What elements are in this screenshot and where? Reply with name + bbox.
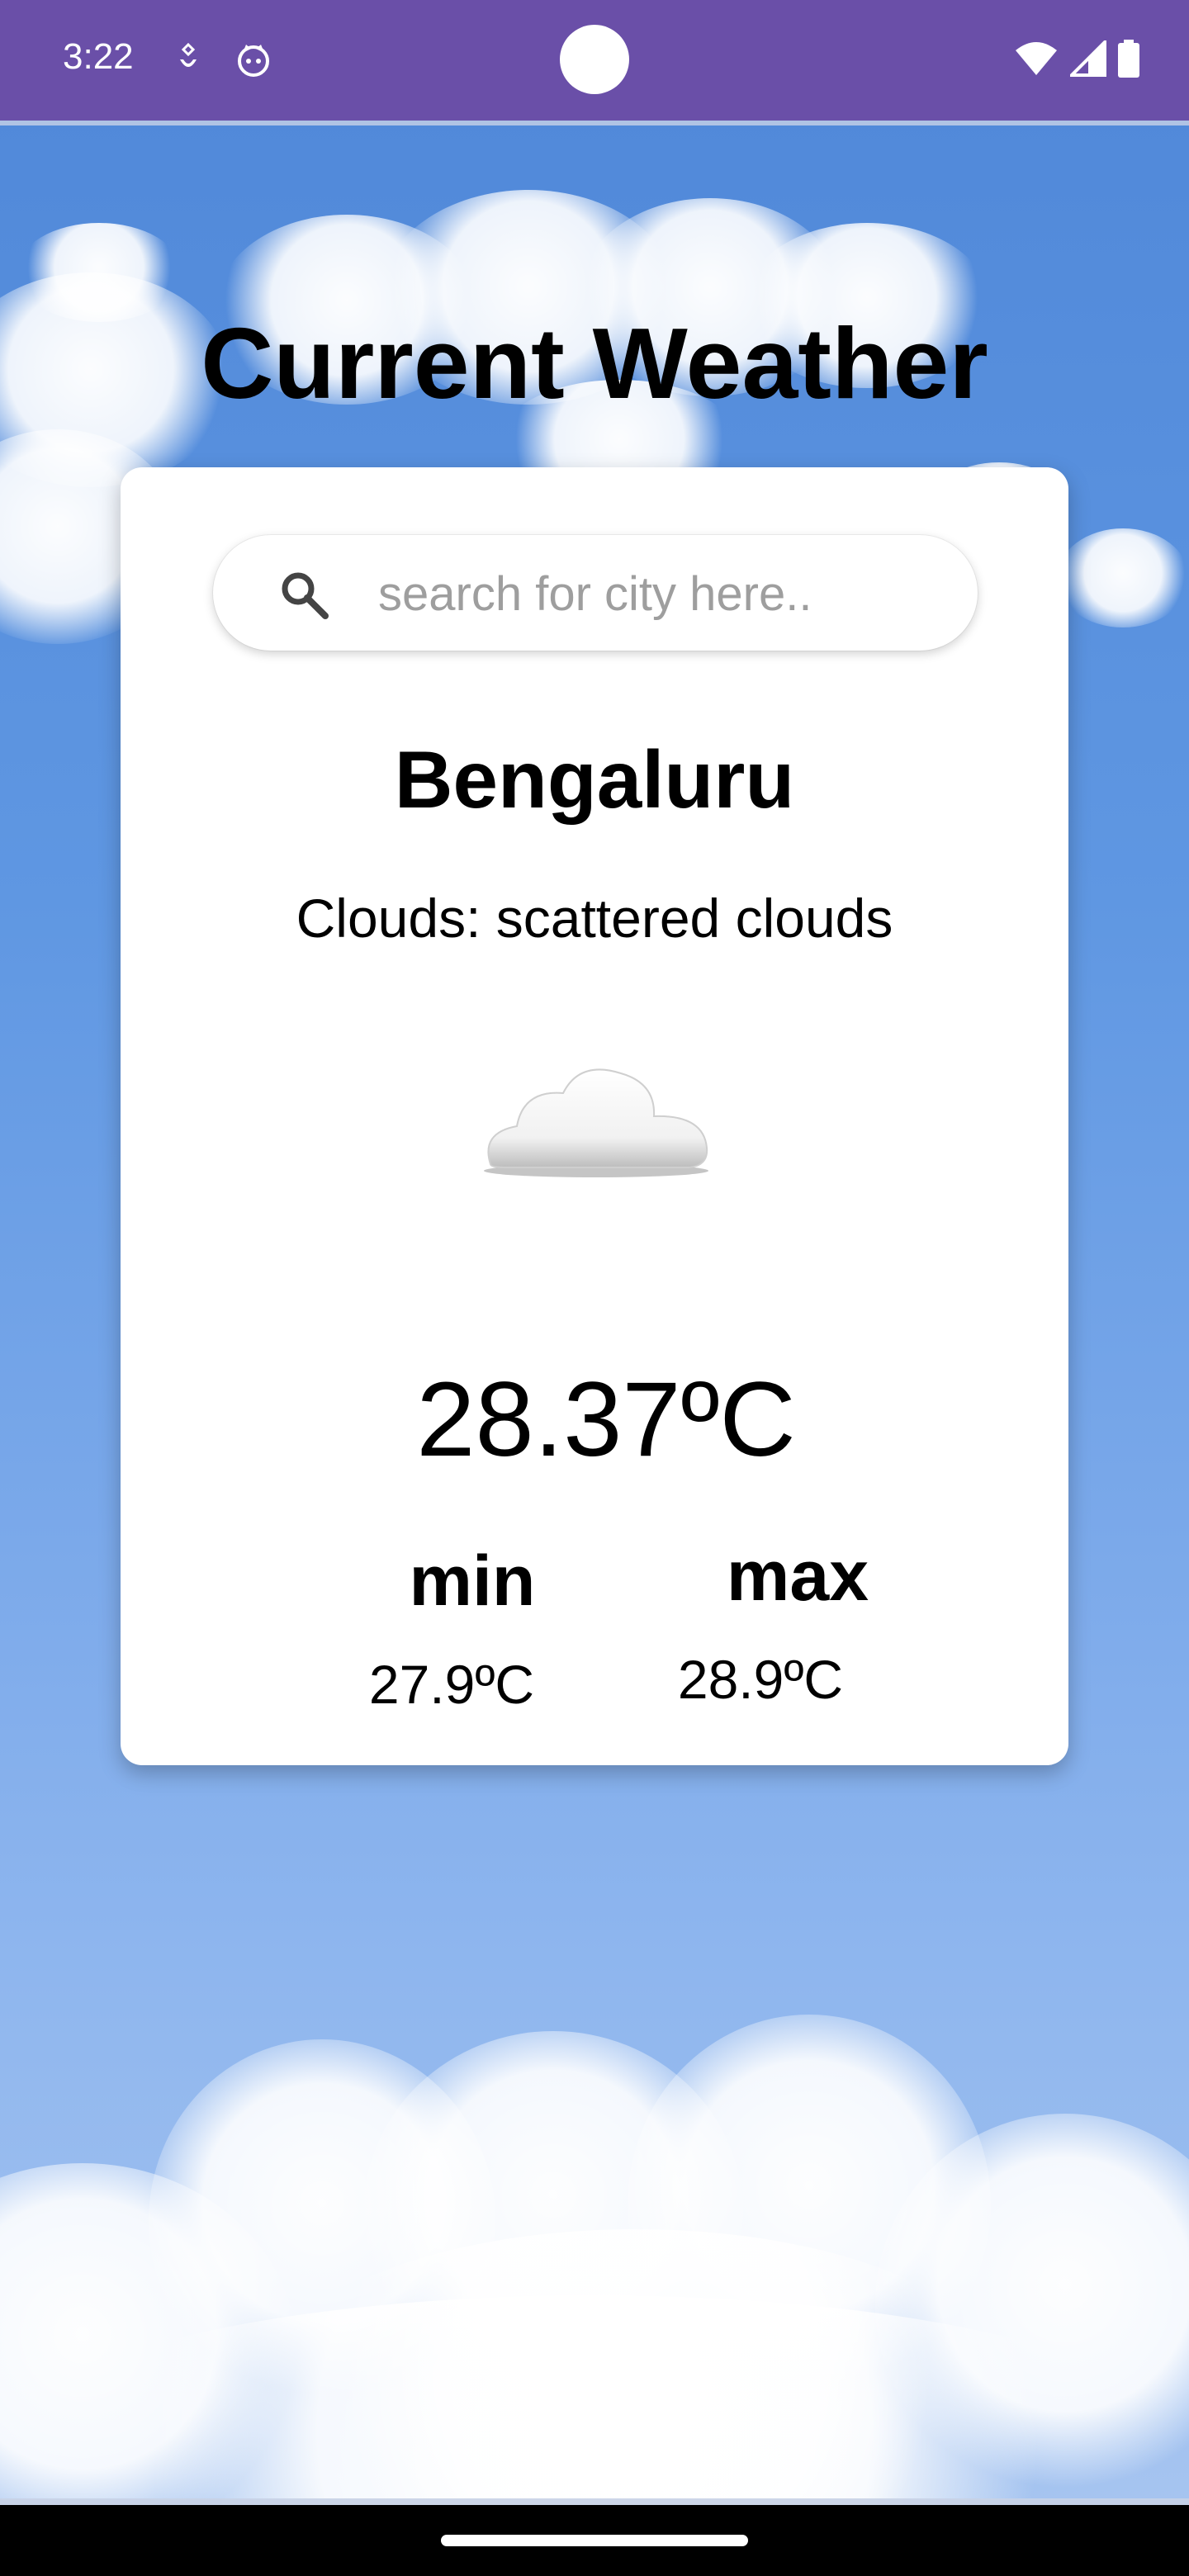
- status-bar: 3:22: [0, 0, 1189, 121]
- search-bar[interactable]: [213, 535, 978, 651]
- search-input[interactable]: [377, 560, 941, 627]
- max-temperature: 28.9ºC: [677, 1649, 844, 1710]
- max-label: max: [726, 1537, 869, 1616]
- status-divider: [0, 121, 1189, 125]
- weather-condition: Clouds: scattered clouds: [296, 888, 893, 949]
- status-time: 3:22: [63, 36, 134, 77]
- cellular-signal-icon: [1070, 40, 1106, 77]
- wifi-icon: [1016, 42, 1057, 75]
- notification-icon: [180, 42, 197, 67]
- current-temperature: 28.37ºC: [416, 1361, 796, 1479]
- min-temperature: 27.9ºC: [368, 1654, 535, 1715]
- page-title: Current Weather: [201, 307, 988, 419]
- weather-card: Bengaluru Clouds: scattered clouds 28.37…: [121, 467, 1068, 1765]
- camera-cutout: [560, 25, 629, 94]
- status-icons: [1014, 40, 1139, 78]
- search-icon[interactable]: [277, 568, 330, 621]
- min-label: min: [409, 1541, 536, 1621]
- cloud-icon: [484, 1068, 708, 1177]
- battery-icon: [1118, 40, 1139, 78]
- city-name: Bengaluru: [394, 734, 795, 825]
- nav-divider: [0, 2498, 1189, 2505]
- home-gesture-handle[interactable]: [441, 2535, 748, 2546]
- app-notification-icon: [238, 45, 269, 77]
